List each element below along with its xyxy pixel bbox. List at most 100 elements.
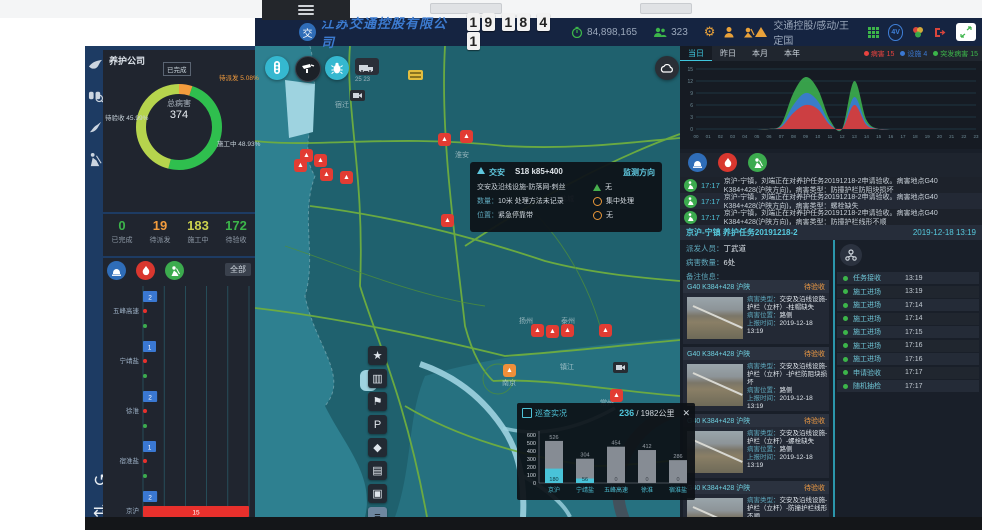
all-filter-button[interactable]: 全部 bbox=[225, 263, 251, 276]
logout-icon[interactable] bbox=[933, 26, 946, 39]
task-header[interactable]: 京沪-宁镇 养护任务20191218-2 2019-12-18 13:19 bbox=[680, 225, 982, 240]
worker-tab-button[interactable] bbox=[165, 261, 184, 280]
camera-marker[interactable] bbox=[350, 90, 365, 101]
status-badge: 待验收 bbox=[804, 349, 825, 359]
color-dots-icon[interactable] bbox=[911, 26, 925, 39]
defect-field: 上报时间：2019-12-18 13:19 bbox=[747, 320, 829, 336]
flag-map-tool-button[interactable]: ⚑ bbox=[368, 392, 387, 411]
user-breadcrumb[interactable]: 交通控股/感动/王定国 bbox=[773, 17, 858, 47]
fire-tab-button[interactable] bbox=[718, 153, 737, 172]
defect-fields: 病害类型：交安及沿线设施-护栏（立杆）-护栏防阻块损坏病害位置：路侧上报时间：2… bbox=[747, 360, 829, 411]
bug-defect-map-button[interactable] bbox=[325, 56, 349, 80]
tab-当日[interactable]: 当日 bbox=[680, 46, 712, 61]
svg-text:1: 1 bbox=[148, 345, 152, 352]
defect-card[interactable]: G40 K384+428 沪陕待验收病害类型：交安及沿线设施-护栏（立杆）-螺栓… bbox=[683, 414, 829, 478]
traffic-light-map-button[interactable] bbox=[265, 56, 289, 80]
defect-pin-marker[interactable]: ▲ bbox=[294, 159, 307, 172]
defect-pin-marker[interactable]: ▲ bbox=[460, 130, 473, 143]
bird-nav-icon[interactable] bbox=[88, 58, 103, 73]
camera-marker[interactable] bbox=[613, 362, 628, 373]
timeline-item[interactable]: 申请验收17:17 bbox=[837, 367, 979, 379]
cctv-camera-map-button[interactable] bbox=[295, 56, 321, 82]
grid-apps-icon[interactable] bbox=[867, 26, 880, 39]
alert-item[interactable]: 17:17京沪-宁镇，刘端正在对养护任务20191218-2申请验收。病害地点G… bbox=[680, 209, 982, 225]
fullscreen-toggle-button[interactable] bbox=[956, 23, 976, 41]
triangle-green-icon bbox=[593, 184, 601, 191]
defect-pin-marker[interactable]: ▲ bbox=[314, 154, 327, 167]
tab-昨日[interactable]: 昨日 bbox=[712, 46, 744, 61]
person-icon[interactable] bbox=[723, 26, 735, 38]
defect-pin-marker[interactable]: ▲ bbox=[441, 214, 454, 227]
defect-pin-marker[interactable]: ▲ bbox=[531, 324, 544, 337]
daily-trend-chart: 0369121500010203040506070809101112131415… bbox=[680, 61, 982, 149]
defect-pin-marker[interactable]: ▲ bbox=[546, 325, 559, 338]
worker-icon[interactable] bbox=[743, 26, 755, 38]
svg-text:9: 9 bbox=[690, 91, 693, 97]
truck-marker[interactable] bbox=[408, 70, 423, 80]
defect-pin-marker[interactable]: ▲ bbox=[438, 133, 451, 146]
alert-item[interactable]: 17:17京沪-宁镇，刘端正在对养护任务20191218-2申请验收。病害地点G… bbox=[680, 177, 982, 193]
alarm-tab-button[interactable] bbox=[107, 261, 126, 280]
defect-card[interactable]: G40 K384+428 沪陕待验收病害类型：交安及沿线设施-护栏（立杆）-柱帽… bbox=[683, 280, 829, 344]
field-value: 丁武道 bbox=[724, 244, 747, 253]
menu-map-tool-button[interactable]: ≡ bbox=[368, 507, 387, 517]
tab-本年[interactable]: 本年 bbox=[776, 46, 808, 61]
bird-release-icon[interactable] bbox=[88, 120, 103, 135]
field-value: 路侧 bbox=[780, 387, 793, 394]
defect-pin-marker[interactable]: ▲ bbox=[561, 324, 574, 337]
fire-tab-button[interactable] bbox=[136, 261, 155, 280]
defect-photo[interactable] bbox=[687, 297, 743, 339]
status-badge: 待验收 bbox=[804, 483, 825, 493]
parking-map-tool-button[interactable]: P bbox=[368, 415, 387, 434]
defect-photo[interactable] bbox=[687, 364, 743, 406]
timeline-item[interactable]: 施工进场17:14 bbox=[837, 299, 979, 311]
defect-location: G40 K384+428 沪陕 bbox=[687, 349, 750, 359]
svg-text:304: 304 bbox=[580, 453, 589, 459]
alarm-tab-button[interactable] bbox=[688, 153, 707, 172]
worker-tab-button[interactable] bbox=[748, 153, 767, 172]
defect-photo[interactable] bbox=[687, 431, 743, 473]
defect-pin-marker[interactable]: ▲ bbox=[503, 364, 516, 377]
stat-待派发: 19待派发 bbox=[141, 214, 179, 256]
tab-本月[interactable]: 本月 bbox=[744, 46, 776, 61]
defect-card[interactable]: G40 K384+428 沪陕 待验收病害类型：交安及沿线设施-护栏（立杆）-护栏… bbox=[683, 347, 829, 411]
star-map-tool-button[interactable]: ★ bbox=[368, 346, 387, 365]
defect-stats-row: 0已完成19待派发183施工中172待验收 bbox=[103, 214, 255, 256]
defect-pin-marker[interactable]: ▲ bbox=[320, 168, 333, 181]
defect-field: 病害位置：路侧 bbox=[747, 312, 829, 320]
city-label-淮安: 淮安 bbox=[455, 150, 469, 160]
task-date: 2019-12-18 13:19 bbox=[913, 228, 976, 237]
svg-text:08: 08 bbox=[791, 134, 797, 139]
timeline-item[interactable]: 施工进场17:14 bbox=[837, 313, 979, 325]
timeline-item[interactable]: 施工进场17:16 bbox=[837, 340, 979, 352]
worker-dig-icon[interactable] bbox=[88, 152, 103, 167]
defect-pin-marker[interactable]: ▲ bbox=[340, 171, 353, 184]
alert-time: 17:17 bbox=[701, 181, 720, 190]
defect-pin-marker[interactable]: ▲ bbox=[610, 389, 623, 402]
hamburger-icon bbox=[298, 3, 314, 17]
binoculars-search-icon[interactable] bbox=[88, 88, 103, 103]
gear-icon[interactable]: ⚙ bbox=[704, 24, 716, 40]
image-map-tool-button[interactable]: ▣ bbox=[368, 484, 387, 503]
timeline-item[interactable]: 随机抽检17:17 bbox=[837, 380, 979, 392]
status-dot bbox=[843, 384, 848, 389]
4v-badge-icon[interactable]: 4V bbox=[888, 24, 903, 41]
cloud-history-button[interactable] bbox=[655, 56, 679, 80]
timeline-item[interactable]: 任务接收13:19 bbox=[837, 272, 979, 284]
timeline-item[interactable]: 施工进场13:19 bbox=[837, 286, 979, 298]
defect-pin-marker[interactable]: ▲ bbox=[599, 324, 612, 337]
layers-map-tool-button[interactable]: ▥ bbox=[368, 369, 387, 388]
svg-text:600: 600 bbox=[527, 433, 536, 439]
alert-item[interactable]: 17:17京沪-宁镇，刘端正在对养护任务20191218-2申请验收。病害地点G… bbox=[680, 193, 982, 209]
cup-map-tool-button[interactable]: ▤ bbox=[368, 461, 387, 480]
timeline-item[interactable]: 施工进场17:15 bbox=[837, 326, 979, 338]
defect-field: 病害类型：交安及沿线设施-护栏（立杆）-螺栓缺失 bbox=[747, 430, 829, 446]
close-icon[interactable]: ✕ bbox=[682, 408, 690, 419]
patrol-vehicle-button[interactable] bbox=[355, 58, 379, 75]
svg-text:徐淮: 徐淮 bbox=[126, 406, 140, 415]
timeline-item[interactable]: 施工进场17:16 bbox=[837, 353, 979, 365]
defect-card-header: G40 K384+428 沪陕待验收 bbox=[683, 280, 829, 293]
svg-text:0: 0 bbox=[690, 127, 693, 133]
chart-map-tool-button[interactable]: ◆ bbox=[368, 438, 387, 457]
menu-toggle-button[interactable] bbox=[262, 0, 350, 20]
